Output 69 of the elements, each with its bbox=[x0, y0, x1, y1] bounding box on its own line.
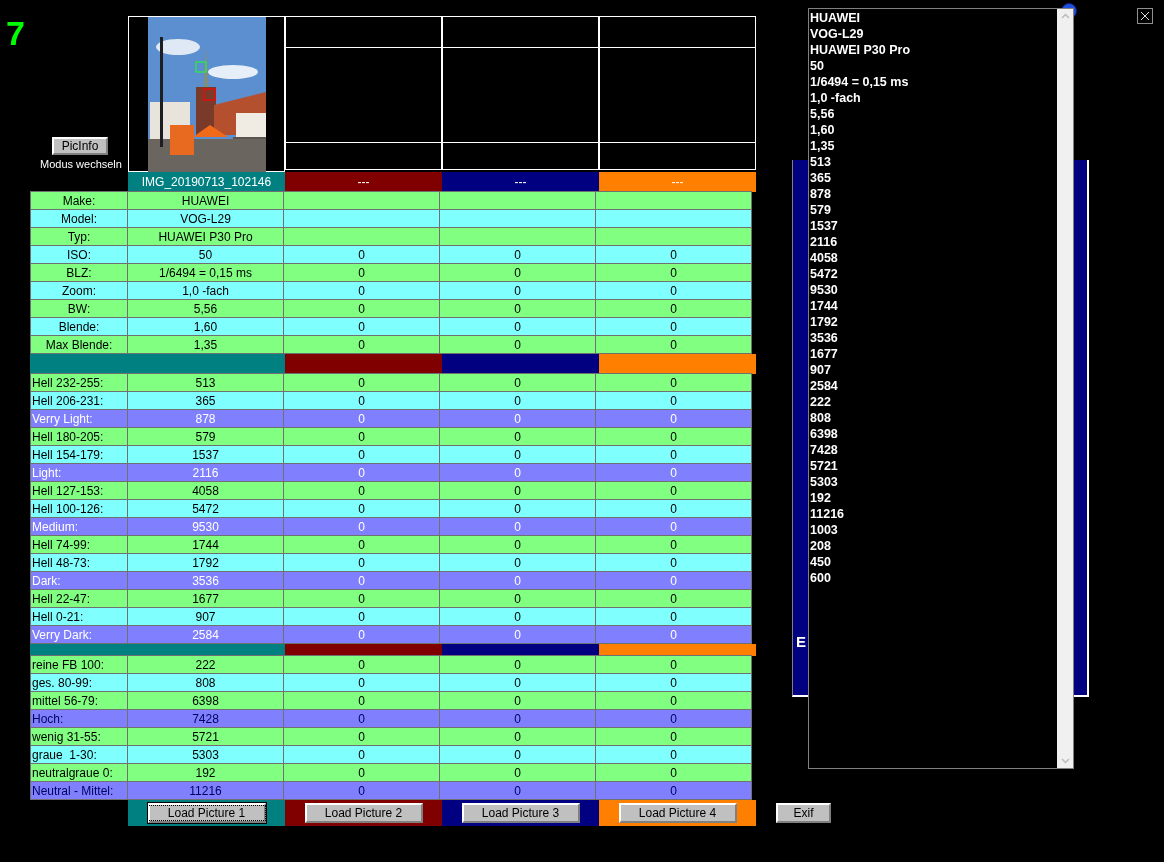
list-line: 5303 bbox=[810, 474, 838, 490]
list-line: 4058 bbox=[810, 250, 838, 266]
load-picture-button[interactable]: Load Picture 1 bbox=[147, 803, 266, 823]
table-cell: 0 bbox=[439, 335, 596, 354]
list-line: 5721 bbox=[810, 458, 838, 474]
list-line: 1003 bbox=[810, 522, 838, 538]
column-header: --- bbox=[442, 172, 599, 192]
list-line: 7428 bbox=[810, 442, 838, 458]
logo: 7 bbox=[5, 16, 26, 54]
list-line: 1,0 -fach bbox=[810, 90, 861, 106]
list-line: HUAWEI P30 Pro bbox=[810, 42, 911, 58]
list-line: 192 bbox=[810, 490, 831, 506]
table-cell: 0 bbox=[439, 625, 596, 644]
column-header: --- bbox=[599, 172, 756, 192]
load-picture-button[interactable]: Load Picture 2 bbox=[304, 803, 423, 823]
list-line: 1,35 bbox=[810, 138, 835, 154]
list-line: 600 bbox=[810, 570, 831, 586]
table-cell: 0 bbox=[283, 625, 440, 644]
table-cell: 0 bbox=[595, 625, 752, 644]
list-line: 1/6494 = 0,15 ms bbox=[810, 74, 909, 90]
table-cell: 0 bbox=[595, 335, 752, 354]
list-line: 808 bbox=[810, 410, 831, 426]
table-cell: 0 bbox=[595, 781, 752, 800]
scroll-up-icon[interactable] bbox=[1060, 13, 1070, 19]
mode-label: Modus wechseln bbox=[40, 159, 122, 170]
list-line: 1,60 bbox=[810, 122, 835, 138]
list-line: 513 bbox=[810, 154, 831, 170]
close-button[interactable] bbox=[1137, 8, 1153, 24]
close-icon bbox=[1140, 11, 1150, 21]
list-line: 222 bbox=[810, 394, 831, 410]
list-line: 579 bbox=[810, 202, 831, 218]
list-line: VOG-L29 bbox=[810, 26, 864, 42]
load-picture-button[interactable]: Load Picture 3 bbox=[461, 803, 580, 823]
scrollbar[interactable] bbox=[1057, 9, 1073, 768]
table-cell: 0 bbox=[283, 781, 440, 800]
list-line: HUAWEI bbox=[810, 10, 860, 26]
table-cell: 2584 bbox=[127, 625, 284, 644]
row-label: Verry Dark: bbox=[30, 625, 128, 644]
load-picture-button[interactable]: Load Picture 4 bbox=[618, 803, 737, 823]
list-line: 450 bbox=[810, 554, 831, 570]
row-label: Neutral - Mittel: bbox=[30, 781, 128, 800]
table-cell: 0 bbox=[439, 781, 596, 800]
list-line: 1677 bbox=[810, 346, 838, 362]
list-line: 1744 bbox=[810, 298, 838, 314]
list-line: 1792 bbox=[810, 314, 838, 330]
picinfo-button[interactable]: PicInfo bbox=[52, 137, 108, 155]
table-cell: 11216 bbox=[127, 781, 284, 800]
list-line: 1537 bbox=[810, 218, 838, 234]
list-line: 907 bbox=[810, 362, 831, 378]
list-line: 50 bbox=[810, 58, 824, 74]
panel-text: E bbox=[796, 634, 806, 649]
list-line: 208 bbox=[810, 538, 831, 554]
scroll-down-icon[interactable] bbox=[1060, 758, 1070, 764]
list-line: 5472 bbox=[810, 266, 838, 282]
table-cell: 1,35 bbox=[127, 335, 284, 354]
list-line: 11216 bbox=[810, 506, 845, 522]
list-line: 5,56 bbox=[810, 106, 835, 122]
exif-button[interactable]: Exif bbox=[776, 803, 831, 823]
list-line: 3536 bbox=[810, 330, 838, 346]
list-line: 2584 bbox=[810, 378, 838, 394]
row-label: Max Blende: bbox=[30, 335, 128, 354]
table-cell: 0 bbox=[283, 335, 440, 354]
list-line: 878 bbox=[810, 186, 831, 202]
column-header: --- bbox=[285, 172, 442, 192]
list-line: 6398 bbox=[810, 426, 838, 442]
list-line: 2116 bbox=[810, 234, 838, 250]
column-header: IMG_20190713_102146 bbox=[128, 172, 285, 192]
list-line: 365 bbox=[810, 170, 831, 186]
list-line: 9530 bbox=[810, 282, 838, 298]
